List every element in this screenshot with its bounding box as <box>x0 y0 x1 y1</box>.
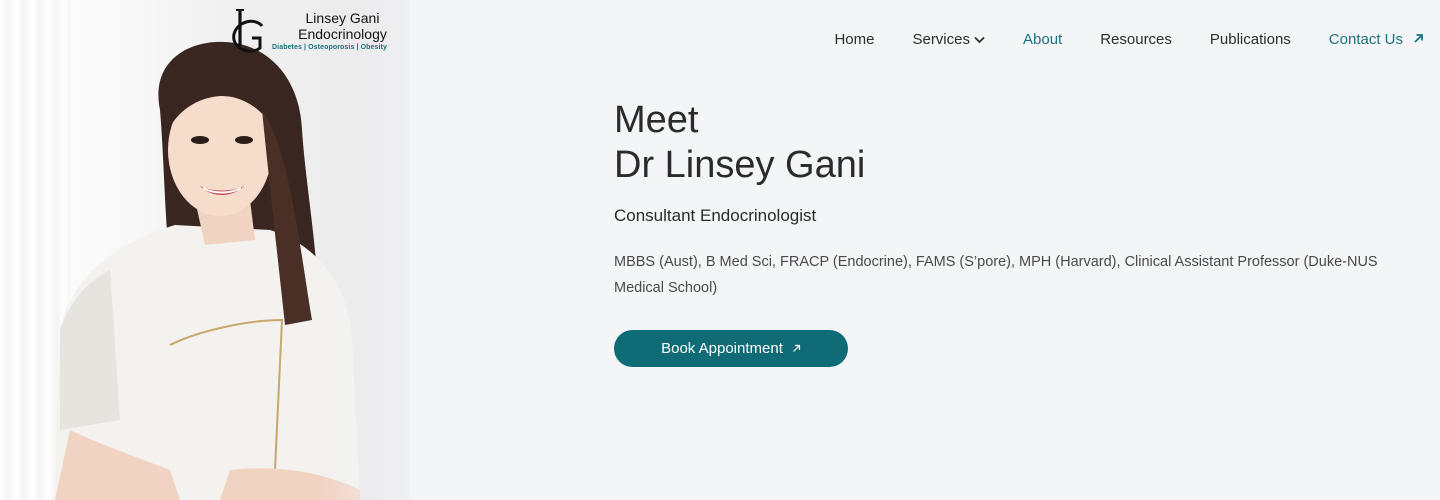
nav-contact-us[interactable]: Contact Us <box>1329 31 1424 48</box>
hero-title: Meet Dr Linsey Gani <box>614 98 1424 188</box>
nav-resources[interactable]: Resources <box>1100 31 1172 48</box>
book-appointment-label: Book Appointment <box>661 340 783 357</box>
doctor-credentials: MBBS (Aust), B Med Sci, FRACP (Endocrine… <box>614 254 1378 296</box>
logo-name-line1: Linsey Gani <box>305 10 380 26</box>
nav-publications[interactable]: Publications <box>1210 31 1291 48</box>
hero-title-line1: Meet <box>614 99 699 141</box>
site-logo[interactable]: Linsey Gani Endocrinology Diabetes | Ost… <box>228 6 428 56</box>
doctor-role: Consultant Endocrinologist <box>614 206 817 225</box>
chevron-down-icon <box>974 31 985 48</box>
nav-about[interactable]: About <box>1023 31 1062 48</box>
nav-services-label: Services <box>912 30 970 48</box>
external-arrow-icon <box>792 340 801 357</box>
nav-services[interactable]: Services <box>912 31 985 48</box>
main-navigation: Home Services About Resources Publicatio… <box>796 28 1424 50</box>
portrait-illustration <box>0 0 430 500</box>
lg-monogram-icon <box>228 6 272 56</box>
nav-home-label: Home <box>834 30 875 48</box>
hero-title-line2: Dr Linsey Gani <box>614 144 866 186</box>
external-arrow-icon <box>1413 31 1424 48</box>
nav-publications-label: Publications <box>1209 30 1291 48</box>
nav-contact-label: Contact Us <box>1328 30 1403 48</box>
nav-about-label: About <box>1023 30 1063 48</box>
book-appointment-button[interactable]: Book Appointment <box>614 330 848 367</box>
hero-section: Meet Dr Linsey Gani Consultant Endocrino… <box>614 98 1424 367</box>
logo-name-line2: Endocrinology <box>298 26 387 42</box>
logo-tagline: Diabetes | Osteoporosis | Obesity <box>272 44 387 51</box>
doctor-portrait-image <box>0 0 430 500</box>
nav-resources-label: Resources <box>1100 30 1172 48</box>
nav-home[interactable]: Home <box>834 31 874 48</box>
